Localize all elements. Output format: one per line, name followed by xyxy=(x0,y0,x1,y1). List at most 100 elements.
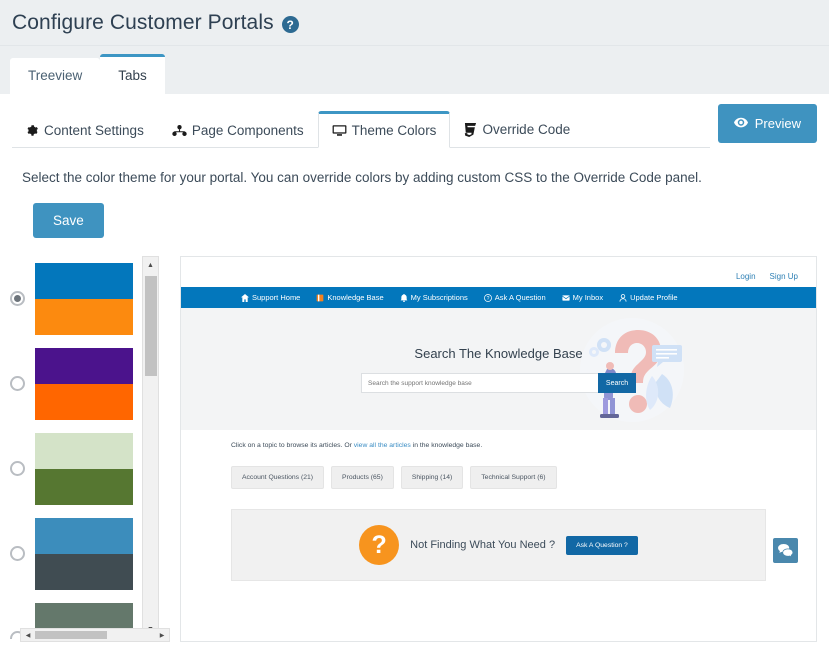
preview-nav-label: My Inbox xyxy=(572,292,604,302)
preview-hint-before: Click on a topic to browse its articles.… xyxy=(231,442,354,449)
vertical-scroll-thumb[interactable] xyxy=(145,276,157,376)
preview-topic-list: Account Questions (21) Products (65) Shipp… xyxy=(231,466,766,489)
eye-icon xyxy=(733,116,748,131)
preview-nav-label: Knowledge Base xyxy=(327,292,384,302)
tab-treeview[interactable]: Treeview xyxy=(10,57,101,94)
swatch-primary-color xyxy=(35,347,133,384)
theme-swatch-list[interactable] xyxy=(10,256,141,639)
inbox-icon xyxy=(561,294,570,302)
tab-content-settings[interactable]: Content Settings xyxy=(12,113,158,148)
preview-nav-bar: Support Home Knowledge Base My Subscriptio… xyxy=(181,287,816,310)
swatch-secondary-color xyxy=(35,298,133,335)
scroll-up-arrow-icon[interactable]: ▲ xyxy=(143,257,158,274)
theme-radio-theme-blue-orange[interactable] xyxy=(10,291,25,306)
tab-tabs[interactable]: Tabs xyxy=(100,53,165,94)
theme-option-theme-blue-orange[interactable] xyxy=(10,256,141,341)
swatch-secondary-color xyxy=(35,468,133,505)
question-mark-circle-icon: ? xyxy=(359,525,400,565)
preview-nav-label: Support Home xyxy=(252,292,301,302)
portal-preview: Login Sign Up Support Home Knowledge Base… xyxy=(180,256,817,642)
preview-nav-ask-a-question[interactable]: ? Ask A Question xyxy=(476,290,554,306)
save-button-label: Save xyxy=(53,213,84,228)
theme-option-theme-lightgreen-olive[interactable] xyxy=(10,426,141,511)
question-circle-icon: ? xyxy=(483,293,492,302)
theme-colors-panel: Content Settings Page Components Theme C… xyxy=(0,94,829,647)
tab-theme-colors[interactable]: Theme Colors xyxy=(317,110,451,148)
swatch-secondary-color xyxy=(35,553,133,590)
swatch-primary-color xyxy=(35,432,133,469)
preview-button[interactable]: Preview xyxy=(717,104,817,143)
preview-body: Click on a topic to browse its articles.… xyxy=(181,430,816,581)
swatch-primary-color xyxy=(35,517,133,554)
theme-list-horizontal-scrollbar[interactable]: ◀ ▶ xyxy=(20,628,170,642)
theme-swatch-theme-blue-slate[interactable] xyxy=(35,517,133,590)
theme-swatch-theme-purple-orange[interactable] xyxy=(35,347,133,420)
bell-icon xyxy=(400,293,408,302)
preview-hero: Search The Knowledge Base Search xyxy=(181,308,816,430)
theme-radio-theme-purple-orange[interactable] xyxy=(10,376,25,391)
preview-nav-my-subscriptions[interactable]: My Subscriptions xyxy=(392,290,476,306)
preview-search-button[interactable]: Search xyxy=(598,373,636,393)
preview-search-input[interactable] xyxy=(361,373,598,393)
theme-swatch-panel: ▲ ▼ ◀ ▶ xyxy=(10,256,170,642)
question-circle-icon[interactable]: ? xyxy=(281,16,299,33)
preview-nav-knowledge-base[interactable]: Knowledge Base xyxy=(308,290,391,310)
preview-nav-label: Ask A Question xyxy=(494,292,546,302)
panel-description: Select the color theme for your portal. … xyxy=(22,170,702,185)
scroll-right-arrow-icon[interactable]: ▶ xyxy=(156,630,168,640)
preview-cta-panel: ? Not Finding What You Need ? Ask A Ques… xyxy=(231,509,766,581)
tab-override-code-label: Override Code xyxy=(482,122,571,138)
gear-icon xyxy=(26,124,39,137)
preview-hint: Click on a topic to browse its articles.… xyxy=(231,442,766,449)
preview-button-label: Preview xyxy=(754,116,801,131)
theme-radio-theme-lightgreen-olive[interactable] xyxy=(10,461,25,476)
scroll-left-arrow-icon[interactable]: ◀ xyxy=(22,630,34,640)
ask-a-question-button[interactable]: Ask A Question ? xyxy=(566,535,638,555)
preview-topic-chip[interactable]: Products (65) xyxy=(331,466,394,489)
preview-search-bar: Search xyxy=(361,373,636,393)
theme-option-theme-purple-orange[interactable] xyxy=(10,341,141,426)
theme-swatch-theme-blue-orange[interactable] xyxy=(35,262,133,335)
inner-tab-bar: Content Settings Page Components Theme C… xyxy=(0,94,829,148)
book-icon xyxy=(316,294,324,302)
tab-override-code[interactable]: Override Code xyxy=(450,112,584,147)
theme-swatch-theme-lightgreen-olive[interactable] xyxy=(35,432,133,505)
page-title: Configure Customer Portals xyxy=(12,10,274,34)
preview-signup-link[interactable]: Sign Up xyxy=(770,272,798,281)
home-icon xyxy=(241,293,249,302)
preview-topic-chip[interactable]: Account Questions (21) xyxy=(231,466,325,489)
view-all-articles-link[interactable]: view all the articles xyxy=(354,442,411,449)
sitemap-icon xyxy=(172,124,187,137)
preview-topic-chip[interactable]: Technical Support (6) xyxy=(470,466,557,489)
preview-hero-heading: Search The Knowledge Base xyxy=(414,346,583,361)
preview-account-links: Login Sign Up xyxy=(181,257,816,287)
preview-hint-after: in the knowledge base. xyxy=(410,442,483,449)
theme-selector-region: ▲ ▼ ◀ ▶ Login Sign Up Support Home Knowle… xyxy=(0,238,829,642)
tab-page-components-label: Page Components xyxy=(191,122,304,138)
user-icon xyxy=(619,293,627,302)
tab-page-components[interactable]: Page Components xyxy=(158,113,318,148)
theme-list-vertical-scrollbar[interactable]: ▲ ▼ xyxy=(142,256,159,639)
preview-nav-label: Update Profile xyxy=(630,292,678,302)
theme-option-theme-blue-slate[interactable] xyxy=(10,511,141,596)
preview-topic-chip[interactable]: Shipping (14) xyxy=(400,466,464,489)
desktop-icon xyxy=(332,124,347,137)
preview-cta-text: Not Finding What You Need ? xyxy=(410,539,556,551)
preview-nav-update-profile[interactable]: Update Profile xyxy=(611,290,686,306)
comments-icon[interactable] xyxy=(773,538,798,563)
tab-content-settings-label: Content Settings xyxy=(44,122,144,138)
tab-theme-colors-label: Theme Colors xyxy=(351,122,437,138)
tab-tabs-label: Tabs xyxy=(118,67,147,83)
save-button[interactable]: Save xyxy=(33,203,104,238)
horizontal-scroll-thumb[interactable] xyxy=(35,631,107,639)
outer-tab-bar: Treeview Tabs xyxy=(0,46,829,94)
preview-nav-my-inbox[interactable]: My Inbox xyxy=(554,290,611,306)
preview-login-link[interactable]: Login xyxy=(736,272,756,281)
svg-text:?: ? xyxy=(486,296,489,302)
tab-treeview-label: Treeview xyxy=(28,67,83,83)
preview-nav-support-home[interactable]: Support Home xyxy=(233,290,308,306)
swatch-secondary-color xyxy=(35,383,133,420)
preview-nav-label: My Subscriptions xyxy=(410,292,468,302)
css3-icon xyxy=(464,123,477,137)
theme-radio-theme-blue-slate[interactable] xyxy=(10,546,25,561)
